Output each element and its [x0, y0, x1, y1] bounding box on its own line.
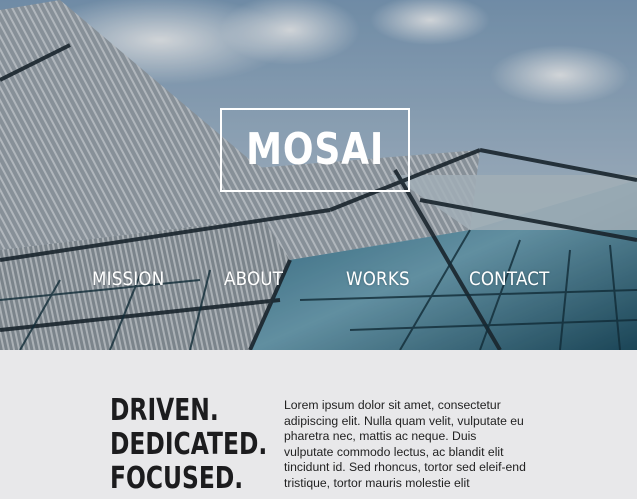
nav-item-contact[interactable]: CONTACT	[469, 268, 550, 290]
tagline-heading: DRIVEN. DEDICATED. FOCUSED.	[110, 393, 268, 496]
nav-item-about[interactable]: ABOUT	[224, 268, 283, 290]
intro-paragraph: Lorem ipsum dolor sit amet, consectetur …	[284, 398, 526, 490]
nav-item-works[interactable]: WORKS	[346, 268, 410, 290]
intro-section: DRIVEN. DEDICATED. FOCUSED. Lorem ipsum …	[0, 350, 637, 499]
nav-item-mission[interactable]: MISSION	[92, 268, 164, 290]
logo-text: MOSAI	[245, 124, 385, 175]
tagline-line-focused: FOCUSED.	[110, 461, 244, 496]
page: MOSAI MISSION ABOUT WORKS CONTACT DRIVEN…	[0, 0, 637, 499]
hero-banner: MOSAI MISSION ABOUT WORKS CONTACT	[0, 0, 637, 350]
tagline-line-driven: DRIVEN.	[110, 393, 219, 428]
main-nav: MISSION ABOUT WORKS CONTACT	[0, 268, 637, 298]
logo[interactable]: MOSAI	[220, 108, 410, 192]
tagline-line-dedicated: DEDICATED.	[110, 427, 268, 462]
